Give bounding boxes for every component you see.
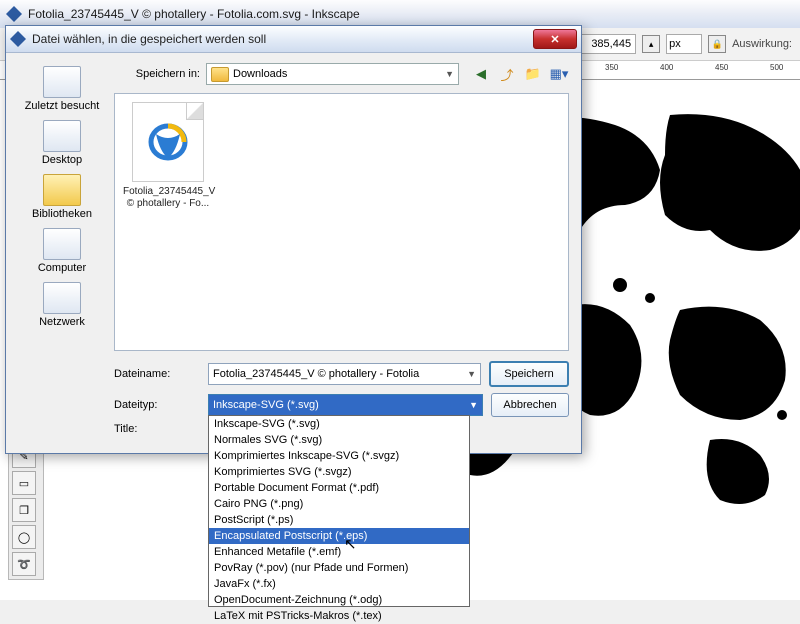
chevron-down-icon: ▼ — [445, 69, 454, 79]
tool-spiral[interactable]: ➰ — [12, 552, 36, 576]
save-dialog: Datei wählen, in die gespeichert werden … — [5, 25, 582, 454]
tool-ellipse[interactable]: ◯ — [12, 525, 36, 549]
filetype-option[interactable]: JavaFx (*.fx) — [209, 576, 469, 592]
place-computer[interactable]: Computer — [18, 225, 106, 277]
tool-rectangle[interactable]: ▭ — [12, 471, 36, 495]
filetype-label: Dateityp: — [114, 399, 200, 411]
filetype-combo[interactable]: Inkscape-SVG (*.svg)▼ — [208, 394, 483, 416]
file-list[interactable]: Fotolia_23745445_V© photallery - Fo... — [114, 93, 569, 351]
tool-3d-box[interactable]: ❐ — [12, 498, 36, 522]
filetype-option[interactable]: Normales SVG (*.svg) — [209, 432, 469, 448]
filetype-option[interactable]: Inkscape-SVG (*.svg) — [209, 416, 469, 432]
back-icon[interactable]: ◀ — [471, 64, 491, 84]
view-menu-icon[interactable]: ▦▾ — [549, 64, 569, 84]
filetype-dropdown[interactable]: Inkscape-SVG (*.svg)Normales SVG (*.svg)… — [208, 415, 470, 607]
dialog-titlebar: Datei wählen, in die gespeichert werden … — [6, 26, 581, 53]
filetype-option[interactable]: Encapsulated Postscript (*.eps) — [209, 528, 469, 544]
filetype-option[interactable]: Komprimiertes SVG (*.svgz) — [209, 464, 469, 480]
place-recent[interactable]: Zuletzt besucht — [18, 63, 106, 115]
close-button[interactable]: ✕ — [533, 29, 577, 49]
app-title: Fotolia_23745445_V © photallery - Fotoli… — [28, 7, 360, 21]
place-desktop[interactable]: Desktop — [18, 117, 106, 169]
unit-select[interactable]: px — [666, 34, 702, 54]
height-stepper[interactable]: ▴ — [642, 35, 660, 53]
title-label: Title: — [114, 423, 200, 435]
filetype-option[interactable]: OpenDocument-Zeichnung (*.odg) — [209, 592, 469, 608]
save-in-label: Speichern in: — [114, 68, 200, 80]
filetype-option[interactable]: PovRay (*.pov) (nur Pfade und Formen) — [209, 560, 469, 576]
impact-label: Auswirkung: — [732, 38, 792, 50]
location-combo[interactable]: Downloads ▼ — [206, 63, 459, 85]
cancel-button[interactable]: Abbrechen — [491, 393, 569, 417]
filetype-option[interactable]: Komprimiertes Inkscape-SVG (*.svgz) — [209, 448, 469, 464]
filename-label: Dateiname: — [114, 368, 200, 380]
list-item[interactable]: Fotolia_23745445_V© photallery - Fo... — [123, 102, 213, 210]
dialog-title: Datei wählen, in die gespeichert werden … — [32, 32, 527, 46]
filename-input[interactable]: Fotolia_23745445_V © photallery - Fotoli… — [208, 363, 481, 385]
new-folder-icon[interactable]: 📁 — [523, 64, 543, 84]
filetype-option[interactable]: Enhanced Metafile (*.emf) — [209, 544, 469, 560]
place-network[interactable]: Netzwerk — [18, 279, 106, 331]
places-bar: Zuletzt besucht Desktop Bibliotheken Com… — [18, 63, 106, 441]
inkscape-icon — [10, 31, 26, 47]
filetype-option[interactable]: Cairo PNG (*.png) — [209, 496, 469, 512]
save-button[interactable]: Speichern — [489, 361, 569, 387]
filetype-option[interactable]: Portable Document Format (*.pdf) — [209, 480, 469, 496]
filetype-option[interactable]: LaTeX mit PSTricks-Makros (*.tex) — [209, 608, 469, 624]
lock-icon[interactable]: 🔒 — [708, 35, 726, 53]
place-libraries[interactable]: Bibliotheken — [18, 171, 106, 223]
filetype-option[interactable]: PostScript (*.ps) — [209, 512, 469, 528]
inkscape-icon — [6, 6, 22, 22]
folder-icon — [211, 67, 229, 82]
toolbox: ✎ ▭ ❐ ◯ ➰ — [8, 440, 44, 580]
file-thumb-icon — [132, 102, 204, 182]
up-icon[interactable]: ⤴ — [497, 64, 517, 84]
